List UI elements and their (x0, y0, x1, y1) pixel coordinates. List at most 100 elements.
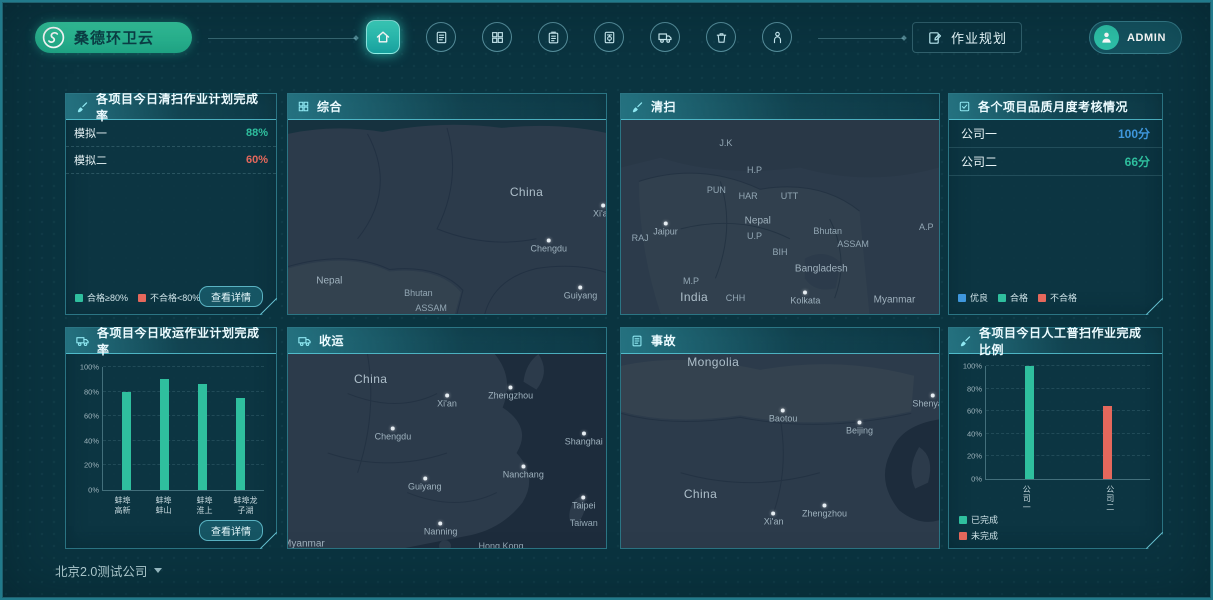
planning-label: 作业规划 (951, 31, 1008, 46)
admin-user-button[interactable]: ADMIN (1088, 21, 1182, 54)
bar (198, 384, 207, 490)
legend-swatch (138, 294, 146, 302)
map-sweep[interactable]: J.K H.P PUN HAR UTT Jaipur Nepal RAJ U.P… (621, 120, 939, 314)
legend-item: 未完成 (959, 529, 998, 542)
map-label: Bhutan (404, 287, 433, 298)
x-label: 蚌埠 淮上 (196, 496, 213, 515)
nav-worklist[interactable] (538, 22, 568, 52)
map-city: Xi'an (593, 203, 606, 219)
nav-home[interactable] (366, 20, 400, 54)
y-tick: 100% (962, 361, 982, 371)
row-label: 模拟二 (74, 155, 107, 167)
nav-modules[interactable] (482, 22, 512, 52)
map-city: Guiyang (408, 476, 442, 491)
broom-icon (958, 334, 972, 348)
main-nav (366, 20, 792, 54)
x-label: 公司一 (1022, 485, 1031, 513)
row-label: 模拟一 (74, 128, 107, 140)
progress-row: 模拟二 60% (66, 147, 276, 174)
map-city: Guiyang (564, 285, 597, 300)
map-city: Chengdu (375, 426, 411, 441)
view-details-button[interactable]: 查看详情 (199, 286, 263, 307)
map-label: China (683, 486, 718, 501)
map-accident[interactable]: Mongolia Baotou Beijing Shenyang China Z… (621, 354, 939, 548)
brand-name: 桑德环卫云 (74, 30, 155, 47)
map-overview[interactable]: China Chengdu Guiyang Nepal Bhutan ASSAM… (288, 120, 606, 314)
map-city: Shanghai (565, 431, 603, 447)
report-icon (630, 334, 644, 348)
map-city: Zhengzhou (488, 385, 533, 400)
map-label: BIH (772, 246, 788, 257)
x-label: 公司二 (1106, 485, 1115, 513)
company-selector[interactable]: 北京2.0测试公司 (55, 561, 163, 580)
panel-header: 各项目今日收运作业计划完成率 (66, 328, 276, 354)
x-axis-labels: 公司一 公司二 (985, 485, 1152, 513)
panel-header: 收运 (288, 328, 606, 354)
plot-area: 0% 20% 40% 60% 80% 100% (102, 367, 264, 491)
y-tick: 20% (83, 460, 99, 470)
company-label: 公司一 (961, 127, 998, 141)
city-dot (822, 503, 827, 508)
nav-personnel[interactable] (762, 22, 792, 52)
map-canvas (621, 120, 939, 314)
city-dot (857, 420, 862, 425)
city-dot (600, 203, 605, 208)
legend-swatch (998, 294, 1006, 302)
map-city: Baotou (769, 408, 797, 424)
map-label: Myanmar (288, 538, 325, 548)
map-label: UTT (780, 190, 799, 201)
nav-bins[interactable] (706, 22, 736, 52)
panel-header: 各项目今日人工普扫作业完成比例 (949, 328, 1162, 354)
map-city: Nanchang (503, 464, 544, 480)
score-row: 公司二 66分 (949, 148, 1162, 176)
plot-area: 0% 20% 40% 60% 80% 100% (985, 366, 1150, 480)
panel-title: 清扫 (651, 100, 677, 114)
planning-button[interactable]: 作业规划 (912, 22, 1023, 53)
dropdown-caret-icon (154, 568, 163, 573)
city-dot (508, 385, 513, 390)
legend-swatch (1038, 294, 1046, 302)
panel-quality: 各个项目品质月度考核情况 公司一 100分 公司二 66分 优良 合格 不合格 (948, 93, 1163, 315)
map-city: Nanning (424, 521, 457, 536)
panel-overview-map: 综合 China Chengdu Guiyang Nepal Bhutan AS… (287, 93, 607, 315)
legend: 已完成 未完成 (959, 513, 998, 542)
trash-bin-icon (714, 30, 729, 45)
city-dot (521, 464, 526, 469)
bars (986, 366, 1150, 479)
bar-chart: 0% 20% 40% 60% 80% 100% (957, 366, 1154, 480)
panel-header: 各项目今日清扫作业计划完成率 (66, 94, 276, 120)
nav-report[interactable] (426, 22, 456, 52)
connector-line (818, 38, 904, 39)
panel-header: 各个项目品质月度考核情况 (949, 94, 1162, 120)
planning-icon (927, 30, 943, 46)
clipboard-icon (546, 30, 561, 45)
map-label: J.K (719, 138, 733, 149)
truck-icon (657, 29, 673, 45)
nav-doc-settings[interactable] (594, 22, 624, 52)
map-collection[interactable]: China Zhengzhou Xi'an Chengdu Shanghai N… (288, 354, 606, 548)
panel-title: 各个项目品质月度考核情况 (978, 100, 1129, 114)
progress-row: 模拟一 88% (66, 120, 276, 147)
view-details-button[interactable]: 查看详情 (199, 520, 263, 541)
nav-collection[interactable] (650, 22, 680, 52)
bars (103, 367, 264, 490)
map-label: Mongolia (687, 354, 740, 369)
map-city: Beijing (846, 420, 873, 435)
map-label: CHH (725, 293, 746, 304)
map-label: ASSAM (837, 239, 869, 250)
panel-manual-sweep: 各项目今日人工普扫作业完成比例 0% 20% 40% 60% 80% 100% (948, 327, 1163, 549)
document-gear-icon (602, 30, 617, 45)
score-value: 66分 (1124, 155, 1150, 169)
map-canvas (288, 354, 606, 548)
map-label: PUN (706, 184, 726, 195)
brand-logo[interactable]: 桑德环卫云 (35, 22, 192, 53)
city-dot (771, 511, 776, 516)
map-label: ASSAM (415, 303, 447, 314)
y-tick: 60% (966, 406, 982, 416)
city-dot (438, 521, 443, 526)
map-label: Hong Kong (478, 541, 524, 548)
panel-header: 综合 (288, 94, 606, 120)
map-label: M.P (682, 276, 699, 287)
panel-title: 各项目今日人工普扫作业完成比例 (979, 325, 1142, 357)
y-tick: 100% (79, 362, 99, 372)
